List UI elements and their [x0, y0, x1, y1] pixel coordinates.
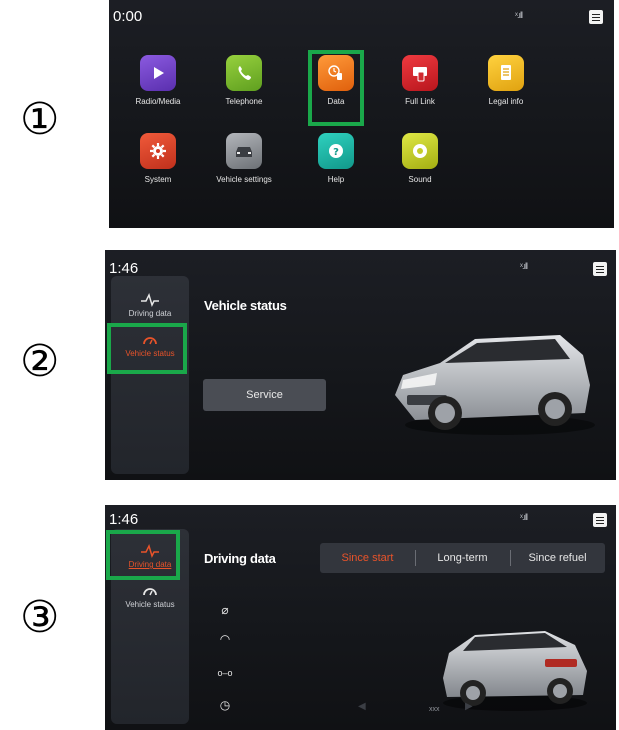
status-clock: 1:46	[109, 260, 139, 277]
car-image	[443, 631, 587, 711]
previous-arrow-icon[interactable]: ◀	[358, 701, 366, 712]
sidebar-item-label: Vehicle status	[125, 600, 175, 609]
phone-link-icon	[402, 55, 438, 91]
play-icon	[140, 55, 176, 91]
app-label: Radio/Media	[135, 97, 181, 106]
status-clock: 1:46	[109, 511, 139, 528]
app-full-link[interactable]: Full Link	[385, 55, 455, 106]
app-system[interactable]: System	[123, 133, 193, 184]
page-title: Vehicle status	[204, 298, 287, 313]
help-question-icon: ?	[318, 133, 354, 169]
vehicle-status-screen: 1:46 ˣ.ıll Driving data Vehicle status V…	[105, 250, 616, 480]
app-sound[interactable]: Sound	[385, 133, 455, 184]
service-button[interactable]: Service	[203, 379, 326, 411]
distance-icon: o–o	[217, 668, 233, 678]
car-front-icon	[226, 133, 262, 169]
app-label: Sound	[408, 175, 432, 184]
gauge-icon	[143, 588, 157, 596]
sidebar-item-label: Driving data	[128, 309, 172, 318]
page-title: Driving data	[204, 551, 276, 566]
average-icon: ⌀	[221, 603, 229, 617]
page-indicator: xxx	[429, 706, 440, 713]
status-clock: 0:00	[113, 8, 143, 25]
tab-since-refuel[interactable]: Since refuel	[510, 543, 605, 573]
car-image	[395, 335, 595, 435]
app-vehicle-settings[interactable]: Vehicle settings	[209, 133, 279, 184]
menu-button[interactable]	[593, 262, 607, 276]
speaker-icon	[402, 133, 438, 169]
pulse-line-icon	[141, 292, 159, 308]
next-arrow-icon[interactable]: ▶	[465, 701, 473, 712]
menu-button[interactable]	[589, 10, 603, 24]
gear-icon	[140, 133, 176, 169]
tab-since-start[interactable]: Since start	[320, 543, 415, 573]
svg-text:?: ?	[333, 147, 339, 158]
step-2-marker: ②	[20, 336, 60, 387]
selection-highlight	[308, 50, 364, 126]
app-legal-info[interactable]: Legal info	[471, 55, 541, 106]
app-telephone[interactable]: Telephone	[209, 55, 279, 106]
app-label: System	[144, 175, 172, 184]
app-label: Vehicle settings	[216, 175, 272, 184]
sidebar: Driving data Vehicle status	[111, 276, 189, 474]
app-help[interactable]: ? Help	[301, 133, 371, 184]
step-1-marker: ①	[20, 94, 60, 145]
sidebar-item-vehicle-status[interactable]: Vehicle status	[111, 583, 189, 609]
step-3-marker: ③	[20, 592, 60, 643]
signal-indicator: ˣ.ıll	[520, 261, 528, 271]
menu-button[interactable]	[593, 513, 607, 527]
gauge-icon: ◠	[219, 632, 231, 646]
app-label: Telephone	[225, 97, 263, 106]
clock-icon: ◷	[219, 698, 231, 712]
signal-indicator: ˣ.ıll	[515, 10, 523, 20]
selection-highlight	[107, 323, 187, 374]
app-label: Help	[327, 175, 345, 184]
driving-data-screen: 1:46 ˣ.ıll Driving data Vehicle status D…	[105, 505, 616, 730]
tab-long-term[interactable]: Long-term	[415, 543, 510, 573]
phone-handset-icon	[226, 55, 262, 91]
app-label: Full Link	[405, 97, 435, 106]
app-label: Legal info	[488, 97, 524, 106]
signal-indicator: ˣ.ıll	[520, 512, 528, 522]
sidebar-item-driving-data[interactable]: Driving data	[111, 292, 189, 318]
home-screen: 0:00 ˣ.ıll Radio/Media Telephone Data Fu…	[109, 0, 614, 228]
app-radio-media[interactable]: Radio/Media	[123, 55, 193, 106]
document-icon	[488, 55, 524, 91]
selection-highlight	[106, 530, 180, 580]
period-tabs: Since start Long-term Since refuel	[320, 543, 605, 573]
